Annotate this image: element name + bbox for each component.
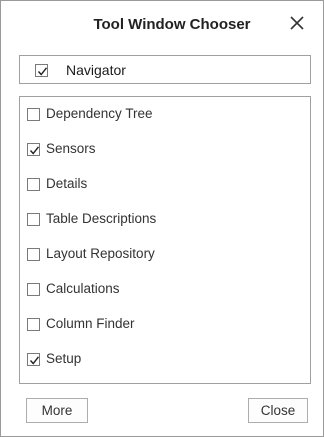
list-item[interactable]: Sensors (20, 137, 310, 161)
tool-window-list: Dependency Tree Sensors Details Table Descr… (19, 96, 311, 384)
checkmark-icon (37, 67, 48, 76)
item-label: Calculations (46, 281, 120, 296)
item-checkbox[interactable] (27, 143, 40, 156)
item-label: Table Descriptions (46, 211, 157, 226)
list-item[interactable]: Details (20, 172, 310, 196)
item-label: Sensors (46, 141, 96, 156)
item-label: Details (46, 176, 88, 191)
item-checkbox[interactable] (27, 353, 40, 366)
close-button[interactable]: Close (248, 398, 308, 423)
item-checkbox[interactable] (27, 283, 40, 296)
item-label: Setup (46, 351, 82, 366)
more-button[interactable]: More (26, 398, 88, 423)
title-bar: Tool Window Chooser (1, 1, 323, 47)
item-checkbox[interactable] (27, 108, 40, 121)
navigator-label: Navigator (66, 62, 126, 78)
item-checkbox[interactable] (27, 248, 40, 261)
list-item[interactable]: Calculations (20, 277, 310, 301)
list-item[interactable]: Setup (20, 347, 310, 371)
close-icon[interactable] (287, 13, 307, 33)
list-item[interactable]: Table Descriptions (20, 207, 310, 231)
item-label: Column Finder (46, 316, 135, 331)
navigator-checkbox[interactable] (35, 64, 48, 77)
item-label: Layout Repository (46, 246, 155, 261)
item-checkbox[interactable] (27, 178, 40, 191)
list-item[interactable]: Dependency Tree (20, 102, 310, 126)
item-checkbox[interactable] (27, 318, 40, 331)
dialog-title: Tool Window Chooser (93, 16, 251, 33)
item-checkbox[interactable] (27, 213, 40, 226)
tool-window-chooser-dialog: Tool Window Chooser Navigator Dependency… (0, 0, 324, 437)
checkmark-icon (29, 146, 40, 155)
checkmark-icon (29, 356, 40, 365)
item-label: Dependency Tree (46, 106, 153, 121)
list-item[interactable]: Column Finder (20, 312, 310, 336)
navigator-option[interactable]: Navigator (19, 55, 311, 84)
list-item[interactable]: Layout Repository (20, 242, 310, 266)
